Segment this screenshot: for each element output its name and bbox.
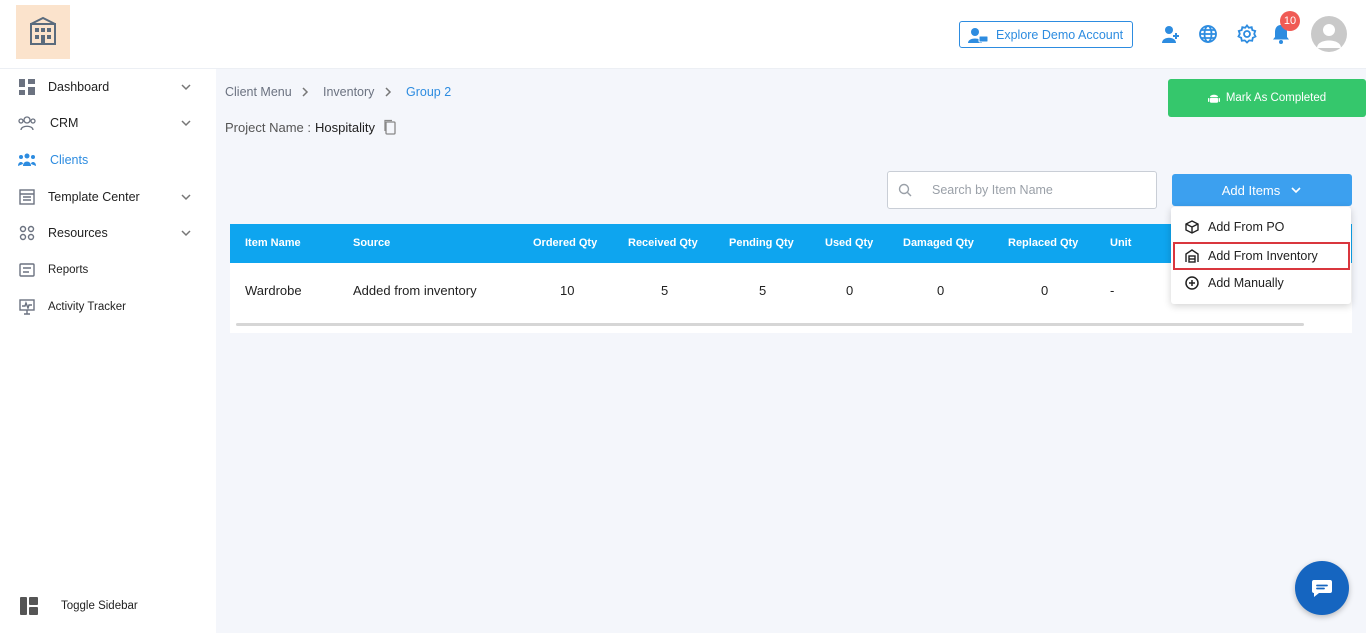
sidebar-item-label: Dashboard <box>48 80 110 94</box>
sidebar-item-crm[interactable]: CRM <box>0 105 216 141</box>
breadcrumb-inventory[interactable]: Inventory <box>323 85 374 99</box>
menu-item-label: Add Manually <box>1208 276 1284 290</box>
column-header[interactable]: Pending Qty <box>729 237 794 249</box>
sidebar-item-dashboard[interactable]: Dashboard <box>0 69 216 105</box>
sidebar-item-activity-tracker[interactable]: Activity Tracker <box>0 289 216 325</box>
resources-icon <box>18 224 36 242</box>
sidebar-item-label: Activity Tracker <box>48 301 126 313</box>
explore-demo-button[interactable]: Explore Demo Account <box>959 21 1133 48</box>
menu-item-label: Add From Inventory <box>1208 249 1318 263</box>
sidebar-item-resources[interactable]: Resources <box>0 215 216 251</box>
grid-icon <box>18 78 36 96</box>
menu-item-add-from-po[interactable]: Add From PO <box>1171 213 1351 241</box>
menu-item-add-manually[interactable]: Add Manually <box>1171 269 1351 297</box>
cell-damaged-qty: 0 <box>937 283 945 298</box>
cell-received-qty: 5 <box>661 283 669 298</box>
sidebar-item-label: CRM <box>50 116 79 130</box>
cell-used-qty: 0 <box>846 283 854 298</box>
company-logo[interactable] <box>16 5 70 59</box>
top-header: Explore Demo Account 10 <box>0 0 1366 69</box>
clients-icon <box>18 151 36 169</box>
cell-source: Added from inventory <box>353 283 477 298</box>
chevron-down-icon <box>1291 187 1301 194</box>
column-header[interactable]: Ordered Qty <box>533 237 597 249</box>
sidebar-layout-icon <box>20 597 38 615</box>
gear-icon[interactable] <box>1235 22 1259 46</box>
sidebar-item-clients[interactable]: Clients <box>0 142 216 178</box>
search-input[interactable] <box>932 183 1142 197</box>
column-header[interactable]: Damaged Qty <box>903 237 974 249</box>
column-header[interactable]: Received Qty <box>628 237 698 249</box>
column-header[interactable]: Unit <box>1110 237 1131 249</box>
crm-users-icon <box>18 114 36 132</box>
warehouse-icon <box>1185 249 1199 263</box>
cell-unit: - <box>1110 283 1115 298</box>
add-items-menu: Add From PO Add From Inventory Add Manua… <box>1171 207 1351 304</box>
template-icon <box>18 188 36 206</box>
avatar[interactable] <box>1311 16 1347 52</box>
user-avatar-icon <box>1317 24 1341 48</box>
project-name-label: Project Name : <box>225 119 311 135</box>
user-card-icon <box>968 27 988 43</box>
sidebar-item-label: Clients <box>50 153 89 167</box>
cell-replaced-qty: 0 <box>1041 283 1049 298</box>
sidebar-item-label: Template Center <box>48 190 140 204</box>
chevron-down-icon <box>181 120 191 127</box>
breadcrumb-client-menu[interactable]: Client Menu <box>225 85 292 99</box>
column-header[interactable]: Source <box>353 237 390 249</box>
column-header[interactable]: Item Name <box>245 237 301 249</box>
chat-button[interactable] <box>1295 561 1349 615</box>
android-icon <box>1207 94 1220 103</box>
cell-ordered-qty: 10 <box>560 283 575 298</box>
sidebar-item-label: Resources <box>48 226 108 240</box>
menu-item-label: Add From PO <box>1208 220 1285 234</box>
cell-item-name: Wardrobe <box>245 283 302 298</box>
sidebar-item-template-center[interactable]: Template Center <box>0 179 216 215</box>
sidebar-item-reports[interactable]: Reports <box>0 252 216 288</box>
column-header[interactable]: Replaced Qty <box>1008 237 1078 249</box>
plus-circle-icon <box>1185 276 1199 290</box>
add-items-label: Add Items <box>1221 182 1281 198</box>
chevron-down-icon <box>181 230 191 237</box>
chat-icon <box>1312 580 1332 597</box>
chevron-down-icon <box>181 194 191 201</box>
breadcrumb-group: Group 2 <box>406 85 452 99</box>
notification-badge: 10 <box>1280 11 1300 31</box>
cube-check-icon <box>1185 220 1199 234</box>
horizontal-scrollbar[interactable] <box>236 323 1304 326</box>
monitor-icon <box>18 298 36 316</box>
mark-as-completed-label: Mark As Completed <box>1225 92 1327 104</box>
toggle-sidebar-button[interactable]: Toggle Sidebar <box>0 588 216 624</box>
chevron-right-icon <box>385 87 392 97</box>
reports-icon <box>18 261 36 279</box>
column-header[interactable]: Used Qty <box>825 237 873 249</box>
sidebar-item-label: Reports <box>48 264 89 276</box>
toggle-sidebar-label: Toggle Sidebar <box>61 600 138 612</box>
copy-icon[interactable] <box>383 119 397 135</box>
menu-item-add-from-inventory[interactable]: Add From Inventory <box>1173 242 1350 270</box>
search-icon <box>898 183 912 197</box>
chevron-down-icon <box>181 84 191 91</box>
add-items-button[interactable]: Add Items <box>1172 174 1352 206</box>
sidebar: Dashboard CRM Clients Template Center Re… <box>0 69 216 633</box>
building-logo-icon <box>30 16 56 45</box>
explore-demo-label: Explore Demo Account <box>996 27 1124 42</box>
project-name-value: Hospitality <box>314 119 375 135</box>
mark-as-completed-button[interactable]: Mark As Completed <box>1168 79 1366 117</box>
search-box <box>887 171 1157 209</box>
project-name: Project Name : Hospitality <box>225 119 397 135</box>
cell-pending-qty: 5 <box>759 283 767 298</box>
add-user-icon[interactable] <box>1159 22 1183 46</box>
chevron-right-icon <box>302 87 309 97</box>
globe-icon[interactable] <box>1196 22 1220 46</box>
